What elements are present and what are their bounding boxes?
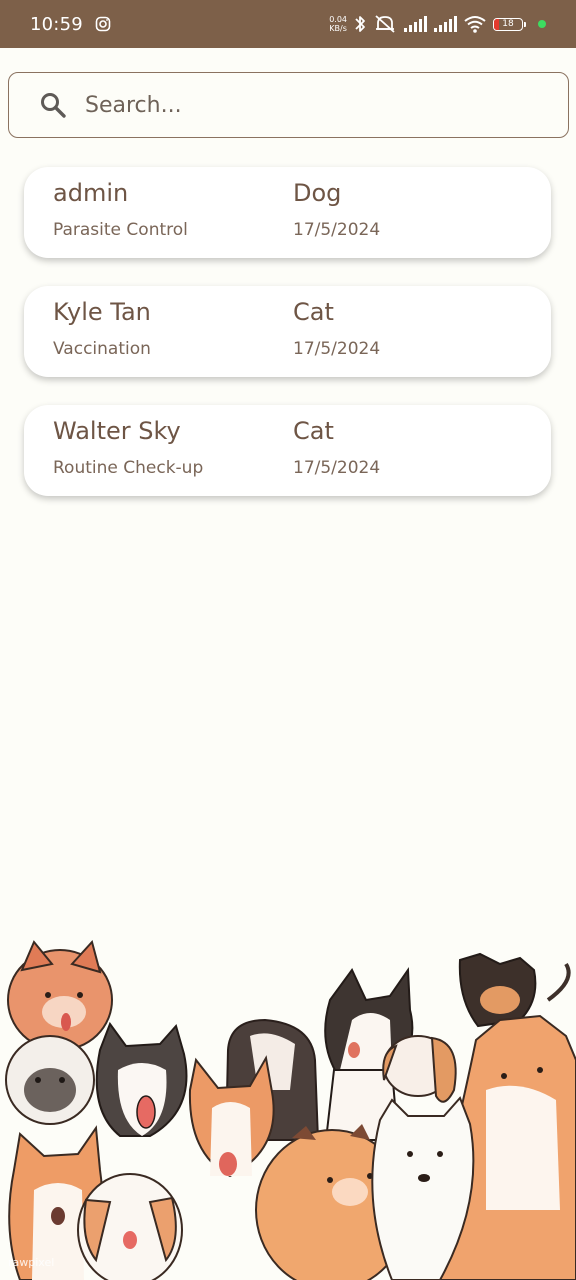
watermark: rawpixel xyxy=(8,1256,55,1269)
pet-type: Cat xyxy=(293,298,334,326)
status-time: 10:59 xyxy=(30,13,83,35)
instagram-icon xyxy=(95,16,111,32)
dog-husky-tongue xyxy=(95,1021,188,1137)
battery-level: 18 xyxy=(502,18,514,29)
pet-type: Dog xyxy=(293,179,342,207)
silent-icon xyxy=(375,15,395,33)
service-type: Parasite Control xyxy=(53,220,188,240)
status-bar: 10:59 0.04 KB/s 18 xyxy=(0,0,576,48)
search-input[interactable] xyxy=(83,91,507,119)
signal-icon xyxy=(434,16,457,32)
service-type: Vaccination xyxy=(53,339,151,359)
battery-fill xyxy=(494,18,500,30)
owner-name: Walter Sky xyxy=(53,417,181,445)
bluetooth-icon xyxy=(355,16,365,32)
signal-icon xyxy=(404,16,427,32)
wifi-icon xyxy=(464,16,486,33)
network-speed-unit: KB/s xyxy=(329,24,347,33)
network-speed-value: 0.04 xyxy=(329,15,347,24)
appointment-date: 17/5/2024 xyxy=(293,339,381,359)
battery-body: 18 xyxy=(493,17,523,31)
search-bar[interactable] xyxy=(8,72,569,138)
status-icons: 0.04 KB/s 18 xyxy=(329,14,546,34)
record-card[interactable]: Kyle Tan Vaccination Cat 17/5/2024 xyxy=(24,286,551,377)
privacy-indicator-dot xyxy=(538,20,546,28)
dog-sheltie-top-right xyxy=(458,952,571,1028)
service-type: Routine Check-up xyxy=(53,458,204,478)
battery-icon: 18 xyxy=(493,17,526,31)
battery-cap xyxy=(524,21,526,27)
dog-puppy-front xyxy=(77,1173,183,1280)
owner-name: Kyle Tan xyxy=(53,298,151,326)
network-speed: 0.04 KB/s xyxy=(329,15,347,33)
dog-shiba-top-left xyxy=(7,940,113,1051)
record-card[interactable]: admin Parasite Control Dog 17/5/2024 xyxy=(24,167,551,258)
appointment-date: 17/5/2024 xyxy=(293,458,381,478)
search-icon[interactable] xyxy=(39,91,67,119)
pet-type: Cat xyxy=(293,417,334,445)
record-card[interactable]: Walter Sky Routine Check-up Cat 17/5/202… xyxy=(24,405,551,496)
dogs-illustration xyxy=(5,940,576,1280)
dog-shih-tzu xyxy=(5,1035,95,1125)
appointment-date: 17/5/2024 xyxy=(293,220,381,240)
owner-name: admin xyxy=(53,179,129,207)
